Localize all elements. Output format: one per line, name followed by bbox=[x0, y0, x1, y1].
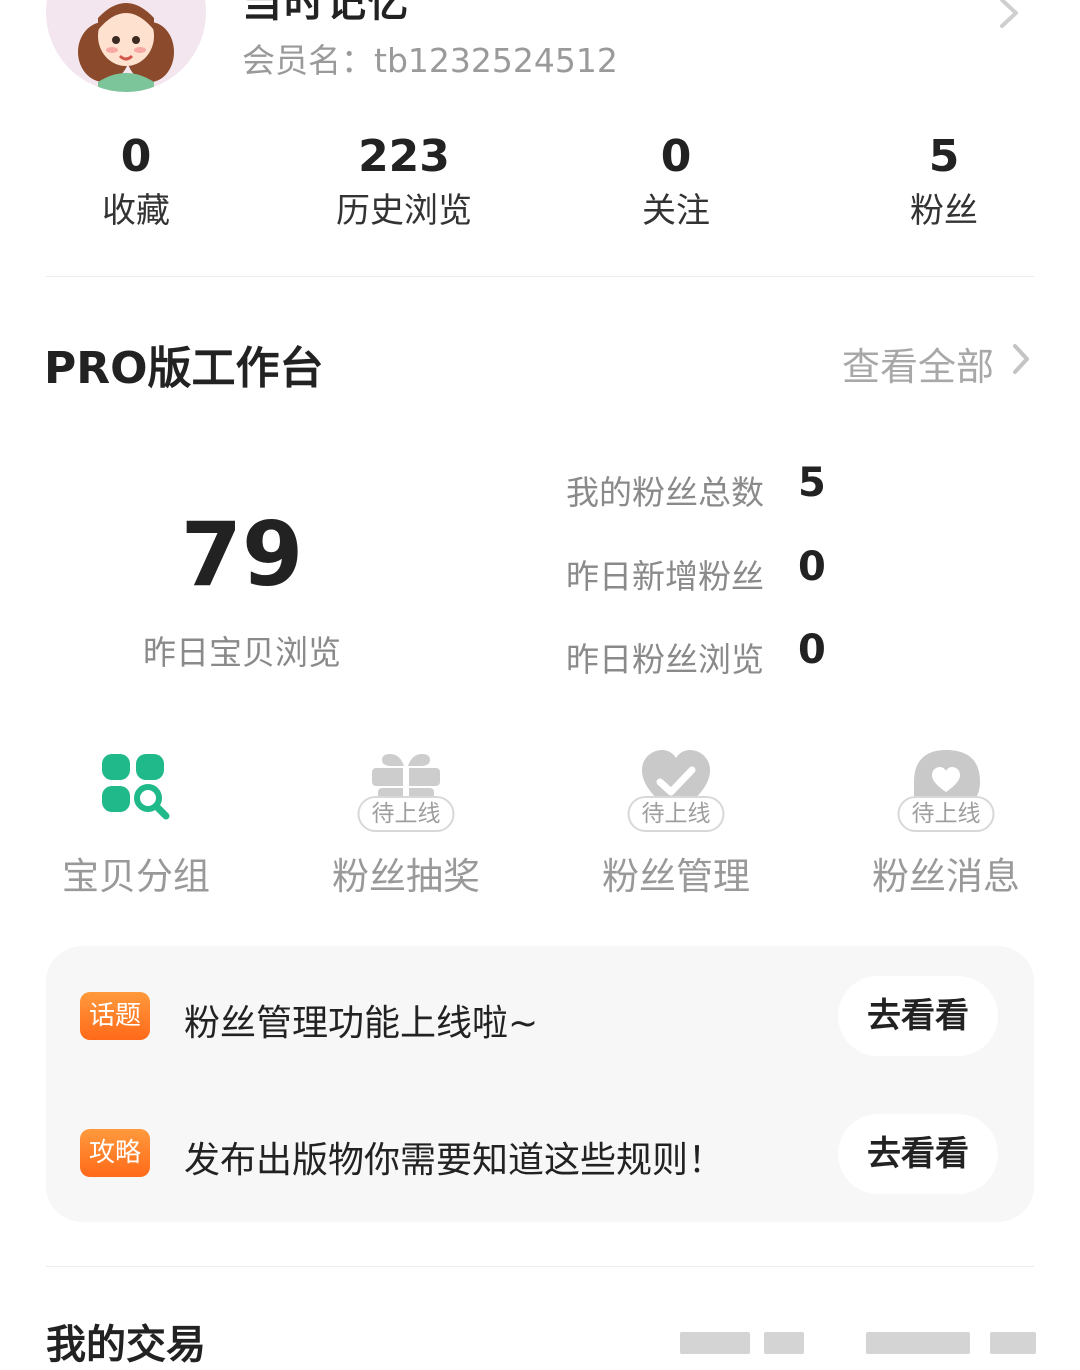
pending-badge: 待上线 bbox=[627, 796, 725, 832]
metric-value: 5 bbox=[798, 460, 826, 506]
stat-value: 0 bbox=[120, 131, 152, 182]
stat-following[interactable]: 0 关注 bbox=[566, 130, 786, 236]
divider bbox=[46, 276, 1034, 277]
metric-value: 0 bbox=[798, 544, 826, 590]
grid-search-icon bbox=[100, 748, 172, 820]
guide-tag: 攻略 bbox=[80, 1129, 150, 1177]
topic-tag: 话题 bbox=[80, 992, 150, 1040]
chevron-right-icon[interactable] bbox=[1010, 342, 1032, 380]
workbench-title: PRO版工作台 bbox=[44, 343, 324, 394]
tool-label: 宝贝分组 bbox=[62, 855, 210, 898]
go-see-button[interactable]: 去看看 bbox=[838, 1114, 998, 1194]
divider bbox=[46, 1266, 1034, 1267]
pending-badge: 待上线 bbox=[897, 796, 995, 832]
stat-history[interactable]: 223 历史浏览 bbox=[294, 130, 514, 236]
stat-fans[interactable]: 5 粉丝 bbox=[834, 130, 1054, 236]
tool-label: 粉丝抽奖 bbox=[332, 855, 480, 898]
tool-item-lottery[interactable]: 待上线 粉丝抽奖 bbox=[306, 744, 506, 904]
stat-value: 223 bbox=[358, 131, 450, 182]
blurred-content bbox=[764, 1332, 804, 1354]
stat-label: 粉丝 bbox=[910, 191, 978, 231]
tool-item-fan-message[interactable]: 待上线 粉丝消息 bbox=[846, 744, 1046, 904]
blurred-content bbox=[680, 1332, 750, 1354]
stat-value: 5 bbox=[928, 131, 960, 182]
stat-label: 关注 bbox=[642, 191, 710, 231]
metric-value: 0 bbox=[798, 627, 826, 673]
go-see-button[interactable]: 去看看 bbox=[838, 976, 998, 1056]
blurred-content bbox=[866, 1332, 970, 1354]
yesterday-item-views-value: 79 bbox=[180, 503, 304, 606]
tool-item-group[interactable]: 宝贝分组 bbox=[36, 744, 236, 904]
yesterday-item-views-label: 昨日宝贝浏览 bbox=[143, 633, 341, 672]
pending-badge: 待上线 bbox=[357, 796, 455, 832]
stat-value: 0 bbox=[660, 131, 692, 182]
metric-label: 我的粉丝总数 bbox=[566, 473, 764, 512]
topic-text[interactable]: 粉丝管理功能上线啦~ bbox=[184, 994, 538, 1046]
stat-label: 收藏 bbox=[102, 191, 170, 231]
blurred-content bbox=[990, 1332, 1036, 1354]
profile-chevron-icon[interactable] bbox=[996, 0, 1022, 34]
stat-label: 历史浏览 bbox=[336, 191, 472, 231]
stat-favorites[interactable]: 0 收藏 bbox=[26, 130, 246, 236]
member-name: 会员名：tb1232524512 bbox=[242, 34, 618, 82]
topics-card: 话题 粉丝管理功能上线啦~ 去看看 攻略 发布出版物你需要知道这些规则！ 去看看 bbox=[46, 946, 1034, 1222]
avatar[interactable] bbox=[46, 0, 206, 92]
my-trades-title: 我的交易 bbox=[46, 1322, 206, 1368]
avatar-illustration bbox=[46, 0, 206, 92]
tool-label: 粉丝消息 bbox=[872, 855, 1020, 898]
tool-item-fan-manage[interactable]: 待上线 粉丝管理 bbox=[576, 744, 776, 904]
metric-label: 昨日新增粉丝 bbox=[566, 557, 764, 596]
nickname: 当时记忆 bbox=[242, 0, 410, 26]
tool-label: 粉丝管理 bbox=[602, 855, 750, 898]
view-all-link[interactable]: 查看全部 bbox=[842, 336, 994, 391]
member-label: 会员名： bbox=[242, 41, 374, 80]
topic-text[interactable]: 发布出版物你需要知道这些规则！ bbox=[184, 1131, 724, 1183]
member-id: tb1232524512 bbox=[374, 41, 618, 80]
metric-label: 昨日粉丝浏览 bbox=[566, 640, 764, 679]
